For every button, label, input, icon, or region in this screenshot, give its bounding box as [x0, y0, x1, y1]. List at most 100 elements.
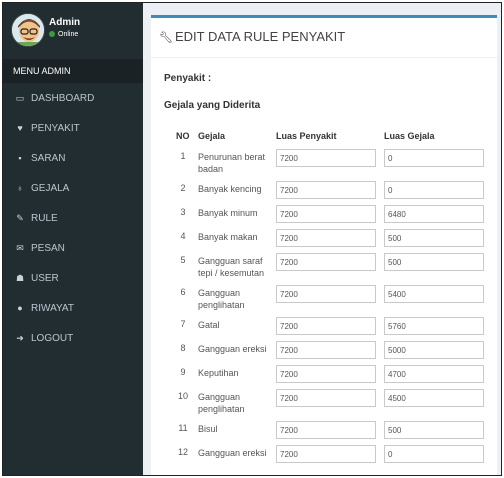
luas-gejala-input[interactable]: [384, 229, 484, 247]
table-row: 11 Bisul: [172, 418, 488, 442]
users-icon: ☗: [15, 273, 25, 283]
luas-gejala-input[interactable]: [384, 253, 484, 271]
table-row: 8 Gangguan ereksi: [172, 338, 488, 362]
row-gejala: Gangguan ereksi: [198, 448, 267, 458]
luas-penyakit-input[interactable]: [276, 229, 376, 247]
luas-penyakit-input[interactable]: [276, 341, 376, 359]
user-status-label: Online: [58, 31, 79, 38]
row-no: 8: [180, 343, 186, 353]
monitor-icon: ▭: [15, 93, 25, 103]
luas-penyakit-input[interactable]: [276, 445, 376, 463]
user-status: Online: [49, 31, 78, 38]
rule-table: NO Gejala Luas Penyakit Luas Gejala 1 Pe…: [172, 126, 488, 466]
row-no: 2: [180, 183, 186, 193]
row-no: 3: [180, 207, 186, 217]
row-no: 5: [180, 255, 186, 265]
sidebar-item-gejala[interactable]: ♁ GEJALA: [3, 173, 143, 203]
sidebar-menu: ▭ DASHBOARD ♥ PENYAKIT ▪ SARAN ♁ GEJALA ✎ RUL…: [3, 83, 143, 353]
table-row: 12 Gangguan ereksi: [172, 442, 488, 466]
luas-penyakit-input[interactable]: [276, 317, 376, 335]
luas-gejala-input[interactable]: [384, 205, 484, 223]
table-header-row: NO Gejala Luas Penyakit Luas Gejala: [172, 126, 488, 146]
table-row: 6 Gangguan penglihatan: [172, 282, 488, 314]
circle-icon: ●: [17, 303, 23, 313]
row-no: 12: [177, 447, 188, 457]
luas-gejala-input[interactable]: [384, 181, 484, 199]
row-no: 10: [177, 391, 188, 401]
luas-penyakit-input[interactable]: [276, 181, 376, 199]
stethoscope-icon: ♁: [16, 183, 24, 193]
table-row: 4 Banyak makan: [172, 226, 488, 250]
header-luas-gejala: Luas Gejala: [384, 131, 435, 141]
sidebar-item-label: PENYAKIT: [31, 123, 80, 134]
app-window: Admin Online MENU ADMIN ▭ DASHBOARD ♥ PENY…: [2, 2, 502, 476]
luas-penyakit-input[interactable]: [276, 365, 376, 383]
luas-penyakit-input[interactable]: [276, 253, 376, 271]
luas-gejala-input[interactable]: [384, 341, 484, 359]
row-gejala: Gangguan penglihatan: [198, 288, 245, 310]
luas-gejala-input[interactable]: [384, 445, 484, 463]
gejala-label: Gejala yang Diderita: [164, 100, 261, 111]
luas-penyakit-input[interactable]: [276, 149, 376, 167]
luas-gejala-input[interactable]: [384, 149, 484, 167]
sidebar-item-rule[interactable]: ✎ RULE: [3, 203, 143, 233]
sidebar-item-riwayat[interactable]: ● RIWAYAT: [3, 293, 143, 323]
sidebar-item-dashboard[interactable]: ▭ DASHBOARD: [3, 83, 143, 113]
sidebar-item-saran[interactable]: ▪ SARAN: [3, 143, 143, 173]
main-content: 🔧︎ EDIT DATA RULE PENYAKIT Penyakit : Gej…: [143, 3, 501, 475]
row-gejala: Gangguan penglihatan: [198, 392, 245, 414]
luas-gejala-input[interactable]: [384, 317, 484, 335]
table-row: 3 Banyak minum: [172, 202, 488, 226]
sidebar: Admin Online MENU ADMIN ▭ DASHBOARD ♥ PENY…: [3, 3, 143, 475]
heartbeat-icon: ♥: [17, 123, 23, 133]
user-name: Admin: [49, 17, 81, 28]
sidebar-item-pesan[interactable]: ✉ PESAN: [3, 233, 143, 263]
table-row: 5 Gangguan saraf tepi / kesemutan: [172, 250, 488, 282]
sidebar-item-label: PESAN: [31, 243, 65, 254]
row-gejala: Banyak makan: [198, 232, 258, 242]
sidebar-item-label: USER: [31, 273, 59, 284]
page-title-text: EDIT DATA RULE PENYAKIT: [174, 29, 346, 44]
header-gejala: Gejala: [198, 131, 226, 141]
luas-penyakit-input[interactable]: [276, 205, 376, 223]
sidebar-item-logout[interactable]: ➜ LOGOUT: [3, 323, 143, 353]
row-gejala: Gangguan saraf tepi / kesemutan: [198, 256, 265, 278]
luas-penyakit-input[interactable]: [276, 285, 376, 303]
user-panel: Admin Online: [3, 3, 143, 59]
row-no: 11: [178, 423, 188, 433]
menu-header: MENU ADMIN: [3, 59, 143, 83]
avatar: [11, 13, 45, 47]
luas-penyakit-input[interactable]: [276, 389, 376, 407]
envelope-icon: ✉: [16, 243, 24, 253]
table-row: 1 Penurunan berat badan: [172, 146, 488, 178]
sidebar-item-label: LOGOUT: [31, 333, 74, 344]
briefcase-icon: ▪: [18, 153, 22, 163]
table-row: 2 Banyak kencing: [172, 178, 488, 202]
row-gejala: Banyak kencing: [198, 184, 262, 194]
table-row: 10 Gangguan penglihatan: [172, 386, 488, 418]
luas-gejala-input[interactable]: [384, 365, 484, 383]
sidebar-item-label: RIWAYAT: [31, 303, 74, 314]
table-row: 9 Keputihan: [172, 362, 488, 386]
row-gejala: Penurunan berat badan: [198, 152, 266, 174]
header-no: NO: [176, 131, 190, 141]
row-gejala: Gangguan ereksi: [198, 344, 267, 354]
luas-gejala-input[interactable]: [384, 389, 484, 407]
row-no: 1: [180, 151, 186, 161]
header-luas-penyakit: Luas Penyakit: [276, 131, 337, 141]
row-no: 9: [180, 367, 186, 377]
luas-gejala-input[interactable]: [384, 421, 484, 439]
luas-penyakit-input[interactable]: [276, 421, 376, 439]
sidebar-item-label: RULE: [31, 213, 58, 224]
sidebar-item-user[interactable]: ☗ USER: [3, 263, 143, 293]
sign-out-icon: ➜: [16, 333, 24, 343]
sidebar-item-label: GEJALA: [31, 183, 70, 194]
wrench-icon: ✎: [16, 213, 24, 223]
sidebar-item-penyakit[interactable]: ♥ PENYAKIT: [3, 113, 143, 143]
row-gejala: Bisul: [198, 424, 218, 434]
luas-gejala-input[interactable]: [384, 285, 484, 303]
row-gejala: Gatal: [198, 320, 220, 330]
row-no: 4: [180, 231, 186, 241]
sidebar-item-label: SARAN: [31, 153, 66, 164]
row-gejala: Banyak minum: [198, 208, 258, 218]
